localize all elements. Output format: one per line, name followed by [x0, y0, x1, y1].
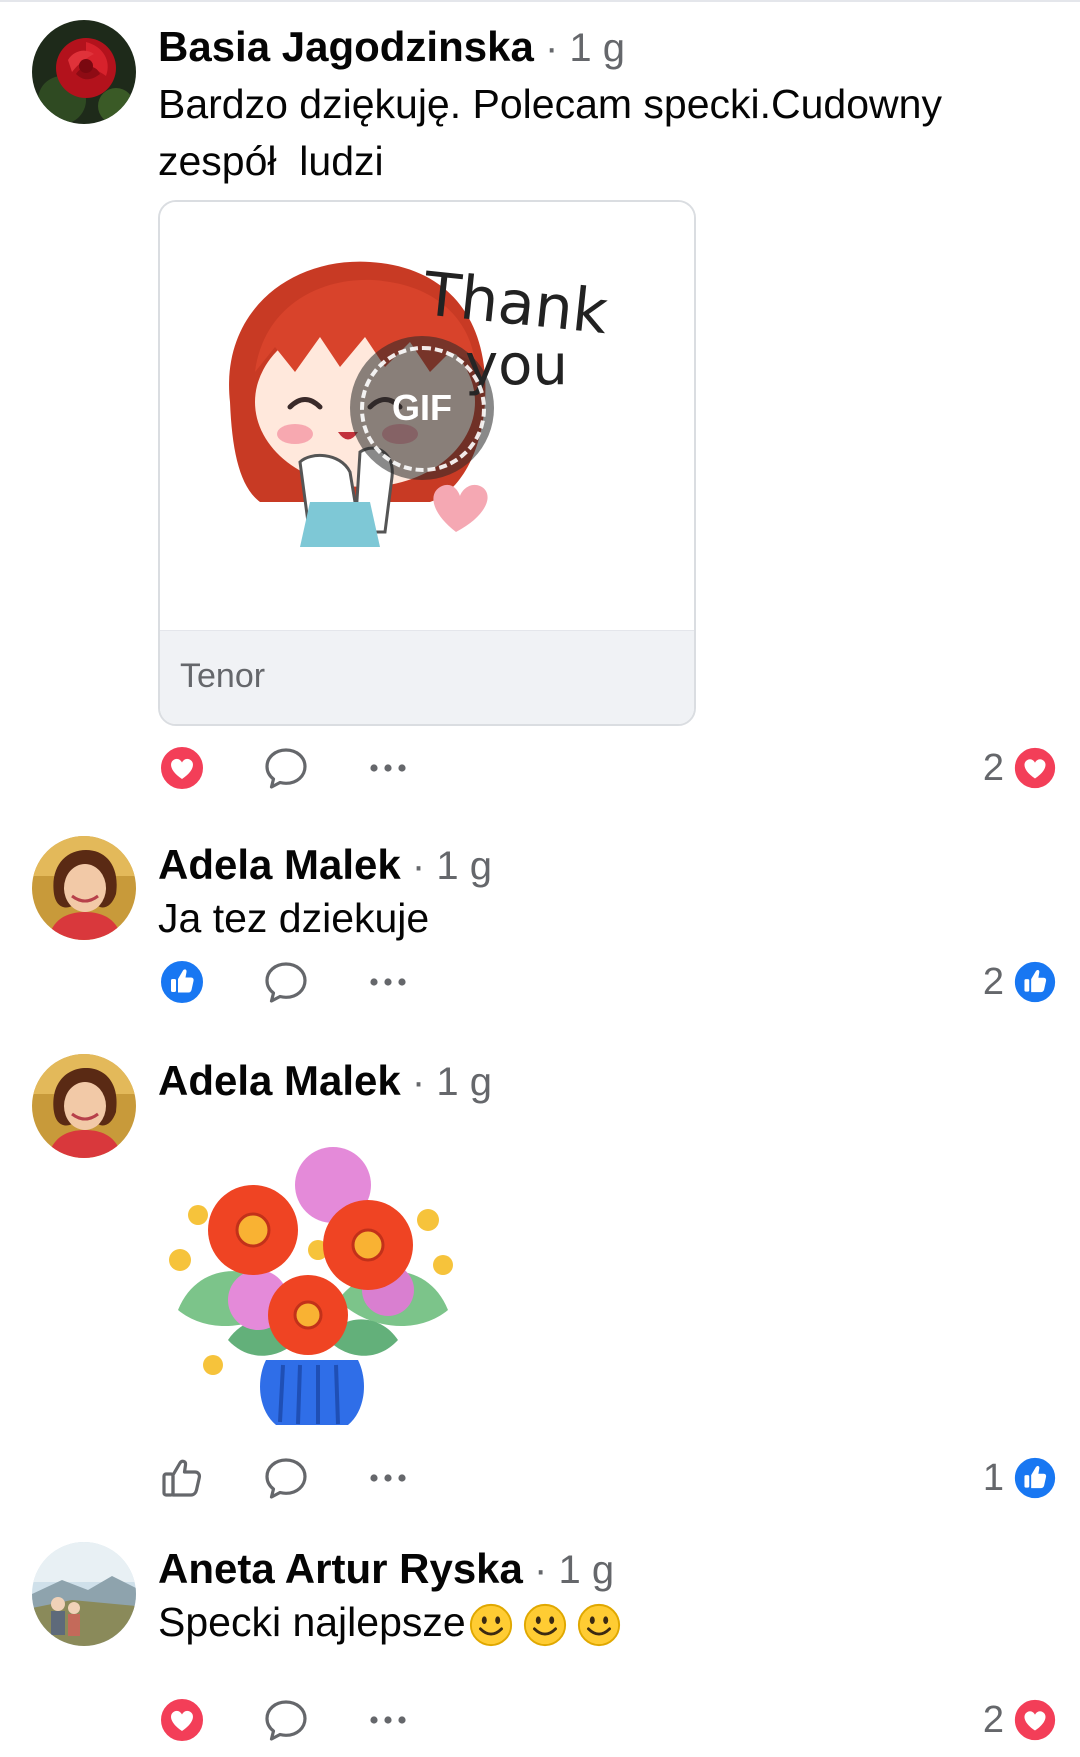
name-line: Aneta Artur Ryska · 1 g	[158, 1544, 614, 1595]
smile-emoji-icon	[522, 1602, 568, 1648]
reaction-summary[interactable]: 2	[983, 1694, 1058, 1746]
smile-emoji-icon	[576, 1602, 622, 1648]
comment-text: Ja tez dziekuje	[158, 895, 430, 941]
author-name[interactable]: Adela Malek	[158, 841, 401, 888]
timestamp[interactable]: · 1 g	[401, 1060, 492, 1104]
reaction-count: 2	[982, 960, 1004, 1003]
love-icon	[1012, 745, 1058, 791]
like-icon	[1012, 959, 1058, 1005]
gif-attachment[interactable]: Thank you GIF Tenor	[158, 200, 696, 726]
author-name[interactable]: Basia Jagodzinska	[158, 23, 534, 70]
comment-actions: 1	[158, 1454, 1058, 1514]
gif-footer[interactable]: Tenor	[160, 630, 694, 724]
author-name[interactable]: Adela Malek	[158, 1057, 401, 1104]
comment-actions: 2	[158, 958, 1058, 1018]
name-line: Adela Malek · 1 g	[158, 1056, 492, 1107]
reply-icon[interactable]	[262, 958, 310, 1006]
like-outline-icon[interactable]	[158, 1454, 206, 1502]
comment-adela-1: Adela Malek · 1 g Ja tez dziekuje 2	[0, 820, 1080, 1030]
comment-text-content: Specki najlepsze	[158, 1599, 466, 1645]
name-line: Basia Jagodzinska · 1 g	[158, 22, 625, 73]
flower-sticker[interactable]	[158, 1140, 478, 1440]
reply-icon[interactable]	[262, 1696, 310, 1744]
comment-text: Specki najlepsze	[158, 1594, 1020, 1651]
reaction-summary[interactable]: 2	[983, 742, 1058, 794]
gif-play-badge[interactable]: GIF	[350, 336, 494, 480]
comment-text: Bardzo dziękuję. Polecam specki.Cudowny …	[158, 81, 954, 184]
reaction-summary[interactable]: 1	[983, 1452, 1058, 1504]
comment-aneta: Aneta Artur Ryska · 1 g Specki najlepsze…	[0, 1520, 1080, 1750]
gif-badge-label: GIF	[392, 387, 452, 428]
avatar[interactable]	[32, 1054, 136, 1158]
reaction-count: 2	[982, 746, 1004, 789]
comment-actions: 2	[158, 1696, 1058, 1756]
more-icon[interactable]	[364, 744, 412, 792]
timestamp[interactable]: · 1 g	[534, 26, 625, 70]
timestamp[interactable]: · 1 g	[401, 844, 492, 888]
reaction-count: 1	[982, 1456, 1004, 1499]
reaction-summary[interactable]: 2	[983, 956, 1058, 1008]
more-icon[interactable]	[364, 1454, 412, 1502]
like-icon	[1012, 1455, 1058, 1501]
timestamp[interactable]: · 1 g	[523, 1548, 614, 1592]
smile-emoji-icon	[468, 1602, 514, 1648]
reply-icon[interactable]	[262, 744, 310, 792]
author-name[interactable]: Aneta Artur Ryska	[158, 1545, 523, 1592]
comment-adela-2: Adela Malek · 1 g 1	[0, 1040, 1080, 1510]
emoji-row	[468, 1602, 630, 1648]
more-icon[interactable]	[364, 958, 412, 1006]
comment-basia: Basia Jagodzinska · 1 g Bardzo dziękuję.…	[0, 0, 1080, 800]
love-react-icon[interactable]	[158, 744, 206, 792]
like-react-icon[interactable]	[158, 958, 206, 1006]
gif-source: Tenor	[180, 657, 266, 695]
avatar[interactable]	[32, 20, 136, 124]
reply-icon[interactable]	[262, 1454, 310, 1502]
love-react-icon[interactable]	[158, 1696, 206, 1744]
name-line: Adela Malek · 1 g	[158, 840, 492, 891]
love-icon	[1012, 1697, 1058, 1743]
more-icon[interactable]	[364, 1696, 412, 1744]
avatar[interactable]	[32, 1542, 136, 1646]
avatar[interactable]	[32, 836, 136, 940]
comment-actions: 2	[158, 744, 1058, 804]
reaction-count: 2	[982, 1698, 1004, 1741]
